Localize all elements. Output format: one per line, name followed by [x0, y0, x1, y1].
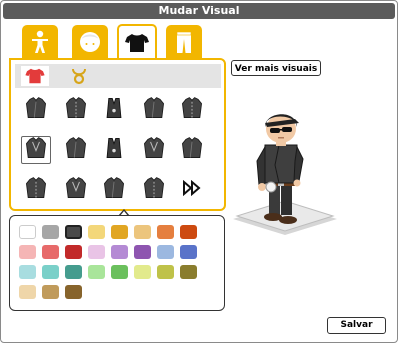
color-swatch[interactable]: [88, 225, 105, 239]
color-swatch[interactable]: [19, 285, 36, 299]
vest-icon: [101, 95, 127, 125]
jacket-icon: [179, 95, 205, 125]
color-swatch[interactable]: [42, 265, 59, 279]
color-swatch[interactable]: [19, 245, 36, 259]
jacket-icon: [141, 95, 167, 125]
color-swatch[interactable]: [42, 285, 59, 299]
color-swatch[interactable]: [111, 265, 128, 279]
clothing-item[interactable]: [177, 96, 207, 124]
jacket-icon: [63, 135, 89, 165]
subtab-shirt[interactable]: [21, 66, 49, 86]
tab-shirt[interactable]: [117, 24, 157, 59]
color-swatch[interactable]: [180, 265, 197, 279]
body-icon: [32, 30, 48, 53]
necklace-icon: [72, 68, 86, 85]
jacket-icon: [63, 95, 89, 125]
color-swatch[interactable]: [42, 245, 59, 259]
subtab-necklace[interactable]: [65, 66, 93, 86]
color-swatch[interactable]: [88, 245, 105, 259]
more-visuals-button[interactable]: Ver mais visuais: [231, 60, 321, 76]
window-title: Mudar Visual: [3, 3, 395, 19]
color-swatch[interactable]: [180, 225, 197, 239]
jacket-icon: [63, 175, 89, 205]
clothing-item[interactable]: [139, 176, 169, 204]
color-swatch[interactable]: [65, 265, 82, 279]
color-swatch[interactable]: [111, 225, 128, 239]
avatar-figure-icon: [233, 114, 337, 235]
tab-head[interactable]: [72, 25, 108, 59]
clothing-item[interactable]: [99, 96, 129, 124]
subcategory-bar: [15, 64, 221, 88]
clothing-item[interactable]: [21, 176, 51, 204]
clothing-item[interactable]: [99, 176, 129, 204]
pants-icon: [176, 31, 192, 53]
head-icon: [80, 32, 100, 52]
tab-pants[interactable]: [166, 25, 202, 59]
vest-icon: [101, 135, 127, 165]
clothing-item[interactable]: [21, 96, 51, 124]
color-swatch[interactable]: [157, 245, 174, 259]
next-page-icon: [182, 179, 202, 200]
color-swatch[interactable]: [157, 265, 174, 279]
clothing-item[interactable]: [139, 136, 169, 164]
clothing-item[interactable]: [21, 136, 51, 164]
jacket-icon: [23, 135, 49, 165]
jacket-icon: [141, 175, 167, 205]
jacket-icon: [141, 135, 167, 165]
color-swatch[interactable]: [180, 245, 197, 259]
jacket-icon: [179, 135, 205, 165]
color-palette: [9, 215, 225, 311]
change-look-window: Mudar Visual Ver mais visuais Salvar: [0, 0, 398, 343]
next-page-button[interactable]: [177, 176, 207, 204]
color-swatch[interactable]: [134, 245, 151, 259]
color-swatch[interactable]: [157, 225, 174, 239]
shirt-icon: [125, 33, 149, 52]
color-swatch[interactable]: [19, 225, 36, 239]
tab-body[interactable]: [22, 25, 58, 59]
color-swatch[interactable]: [111, 245, 128, 259]
jacket-icon: [101, 175, 127, 205]
clothes-panel: [9, 58, 226, 211]
jacket-icon: [23, 175, 49, 205]
color-swatch[interactable]: [42, 225, 59, 239]
clothing-item[interactable]: [61, 136, 91, 164]
color-swatch[interactable]: [65, 245, 82, 259]
clothing-item[interactable]: [61, 176, 91, 204]
color-swatch[interactable]: [134, 225, 151, 239]
save-button[interactable]: Salvar: [327, 317, 386, 334]
color-swatch[interactable]: [65, 225, 82, 239]
avatar-preview: [229, 101, 341, 241]
clothing-item[interactable]: [177, 136, 207, 164]
shirt-icon: [25, 68, 45, 84]
color-swatch[interactable]: [65, 285, 82, 299]
color-swatch[interactable]: [19, 265, 36, 279]
jacket-icon: [23, 95, 49, 125]
clothing-item[interactable]: [99, 136, 129, 164]
color-swatch[interactable]: [88, 265, 105, 279]
clothing-item[interactable]: [139, 96, 169, 124]
clothing-item[interactable]: [61, 96, 91, 124]
color-swatch[interactable]: [134, 265, 151, 279]
